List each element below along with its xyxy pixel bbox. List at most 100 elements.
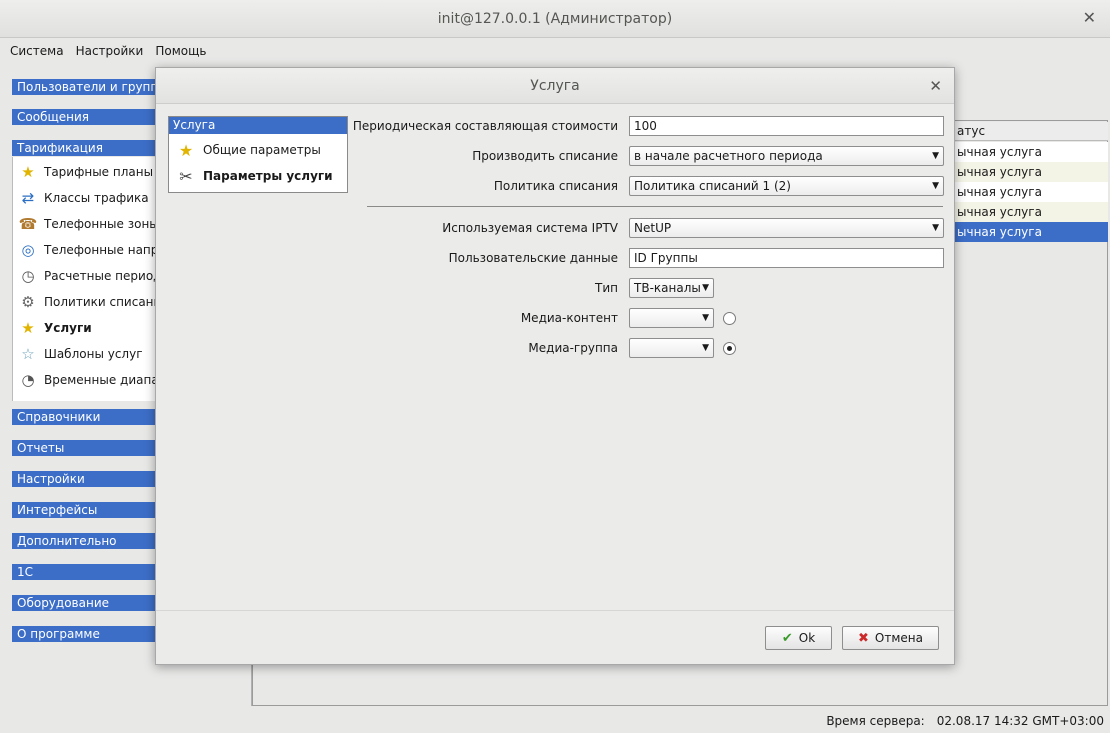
user-data-input[interactable]: ID Группы — [629, 248, 944, 268]
menu-settings[interactable]: Настройки — [70, 44, 150, 58]
media-group-radio[interactable] — [723, 342, 736, 355]
statusbar: Время сервера: 02.08.17 14:32 GMT+03:00 — [0, 708, 1110, 733]
chevron-down-icon: ▼ — [932, 181, 939, 191]
charge-mode-value: в начале расчетного периода — [634, 149, 823, 163]
dialog-footer-divider — [156, 610, 954, 611]
server-time-value: 02.08.17 14:32 GMT+03:00 — [936, 713, 1104, 728]
nav-item-label: Тарифные планы — [44, 165, 154, 179]
tarification-submenu: ★ Тарифные планы ⇄ Классы трафика ☎ Теле… — [12, 157, 165, 401]
tree-item-general-params[interactable]: ★ Общие параметры — [175, 138, 321, 162]
media-content-select[interactable]: ▼ — [629, 308, 714, 328]
table-row-selected[interactable]: ычная услуга — [953, 222, 1108, 242]
nav-item-charge-policies[interactable]: ⚙ Политики списани — [17, 289, 161, 315]
nav-category-interfaces[interactable]: Интерфейсы — [12, 502, 157, 518]
tree-item-service-params[interactable]: ✂ Параметры услуги — [175, 164, 333, 188]
tree-item-label: Параметры услуги — [203, 169, 333, 183]
service-templates-icon: ☆ — [21, 345, 35, 363]
menu-help[interactable]: Помощь — [149, 44, 212, 58]
charge-policy-value: Политика списаний 1 (2) — [634, 179, 791, 193]
nav-item-tariff-plans[interactable]: ★ Тарифные планы — [17, 159, 153, 185]
nav-item-label: Телефонные напр — [44, 243, 159, 257]
charge-mode-select[interactable]: в начале расчетного периода ▼ — [629, 146, 944, 166]
nav-category-reports[interactable]: Отчеты — [12, 440, 157, 456]
server-time-label: Время сервера: — [826, 713, 925, 728]
nav-item-phone-zones[interactable]: ☎ Телефонные зоны — [17, 211, 159, 237]
menu-system[interactable]: Система — [4, 44, 70, 58]
nav-item-billing-periods[interactable]: ◷ Расчетные период — [17, 263, 161, 289]
time-ranges-icon: ◔ — [21, 371, 35, 389]
cancel-button-label: Отмена — [874, 631, 923, 645]
charge-mode-label: Производить списание — [472, 149, 618, 163]
chevron-down-icon: ▼ — [702, 283, 709, 293]
table-row[interactable]: ычная услуга — [953, 162, 1108, 182]
periodic-cost-input[interactable]: 100 — [629, 116, 944, 136]
ok-button[interactable]: ✔ Ok — [765, 626, 832, 650]
nav-item-phone-directions[interactable]: ◎ Телефонные напр — [17, 237, 158, 263]
iptv-system-select[interactable]: NetUP ▼ — [629, 218, 944, 238]
cancel-button[interactable]: ✖ Отмена — [842, 626, 939, 650]
phone-zones-icon: ☎ — [18, 215, 38, 233]
tools-icon: ✂ — [179, 166, 193, 186]
chevron-down-icon: ▼ — [702, 343, 709, 353]
charge-policies-icon: ⚙ — [21, 293, 35, 311]
ok-button-label: Ok — [798, 631, 816, 645]
nav-category-messages[interactable]: Сообщения — [12, 109, 157, 125]
tree-root-service[interactable]: Услуга — [169, 117, 347, 134]
iptv-system-label: Используемая система IPTV — [442, 221, 618, 235]
nav-item-services[interactable]: ★ Услуги — [17, 315, 92, 341]
nav-category-1c[interactable]: 1С — [12, 564, 157, 580]
nav-category-tarification[interactable]: Тарификация — [12, 140, 157, 156]
window-title: init@127.0.0.1 (Администратор) — [437, 10, 673, 27]
star-icon: ★ — [178, 140, 194, 160]
cancel-icon: ✖ — [858, 630, 869, 646]
nav-item-label: Политики списани — [44, 295, 162, 309]
media-group-select[interactable]: ▼ — [629, 338, 714, 358]
chevron-down-icon: ▼ — [932, 151, 939, 161]
nav-item-service-templates[interactable]: ☆ Шаблоны услуг — [17, 341, 143, 367]
nav-item-label: Телефонные зоны — [44, 217, 159, 231]
type-select[interactable]: ТВ-каналы ▼ — [629, 278, 714, 298]
table-row[interactable]: ычная услуга — [953, 142, 1108, 162]
dialog-title: Услуга — [156, 68, 954, 104]
media-content-label: Медиа-контент — [520, 311, 618, 325]
type-label: Тип — [595, 281, 618, 295]
nav-item-label: Услуги — [44, 321, 92, 335]
type-value: ТВ-каналы — [634, 281, 701, 295]
nav-item-label: Временные диапаз — [44, 373, 166, 387]
chevron-down-icon: ▼ — [932, 223, 939, 233]
dialog-close-icon[interactable]: ✕ — [929, 77, 942, 95]
nav-category-references[interactable]: Справочники — [12, 409, 157, 425]
user-data-label: Пользовательские данные — [448, 251, 618, 265]
menubar: Система Настройки Помощь — [0, 39, 1110, 63]
charge-policy-select[interactable]: Политика списаний 1 (2) ▼ — [629, 176, 944, 196]
nav-item-label: Шаблоны услуг — [44, 347, 143, 361]
periodic-cost-label: Периодическая составляющая стоимости — [352, 119, 618, 133]
nav-category-equipment[interactable]: Оборудование — [12, 595, 157, 611]
tariff-plans-icon: ★ — [21, 163, 35, 181]
nav-item-label: Расчетные период — [44, 269, 162, 283]
media-content-radio[interactable] — [723, 312, 736, 325]
nav-item-time-ranges[interactable]: ◔ Временные диапаз — [17, 367, 165, 393]
window-close-icon[interactable]: ✕ — [1083, 8, 1096, 27]
phone-directions-icon: ◎ — [21, 241, 35, 259]
chevron-down-icon: ▼ — [702, 313, 709, 323]
services-star-icon: ★ — [21, 319, 35, 337]
traffic-classes-icon: ⇄ — [21, 189, 35, 207]
nav-category-users-groups[interactable]: Пользователи и группы — [12, 79, 157, 95]
charge-policy-label: Политика списания — [493, 179, 618, 193]
checkmark-icon: ✔ — [781, 630, 793, 646]
table-row[interactable]: ычная услуга — [953, 182, 1108, 202]
nav-item-traffic-classes[interactable]: ⇄ Классы трафика — [17, 185, 149, 211]
table-row[interactable]: ычная услуга — [953, 202, 1108, 222]
nav-category-additional[interactable]: Дополнительно — [12, 533, 157, 549]
dialog-section-tree: Услуга ★ Общие параметры ✂ Параметры усл… — [168, 116, 348, 193]
media-group-label: Медиа-группа — [528, 341, 618, 355]
billing-periods-icon: ◷ — [21, 267, 35, 285]
nav-category-settings[interactable]: Настройки — [12, 471, 157, 487]
nav-item-label: Классы трафика — [44, 191, 149, 205]
tree-item-label: Общие параметры — [203, 143, 321, 157]
table-header-status[interactable]: атус — [953, 122, 1108, 141]
iptv-system-value: NetUP — [634, 221, 672, 235]
service-dialog: Услуга ✕ Услуга ★ Общие параметры ✂ Пара… — [155, 67, 955, 665]
nav-category-about[interactable]: О программе — [12, 626, 157, 642]
